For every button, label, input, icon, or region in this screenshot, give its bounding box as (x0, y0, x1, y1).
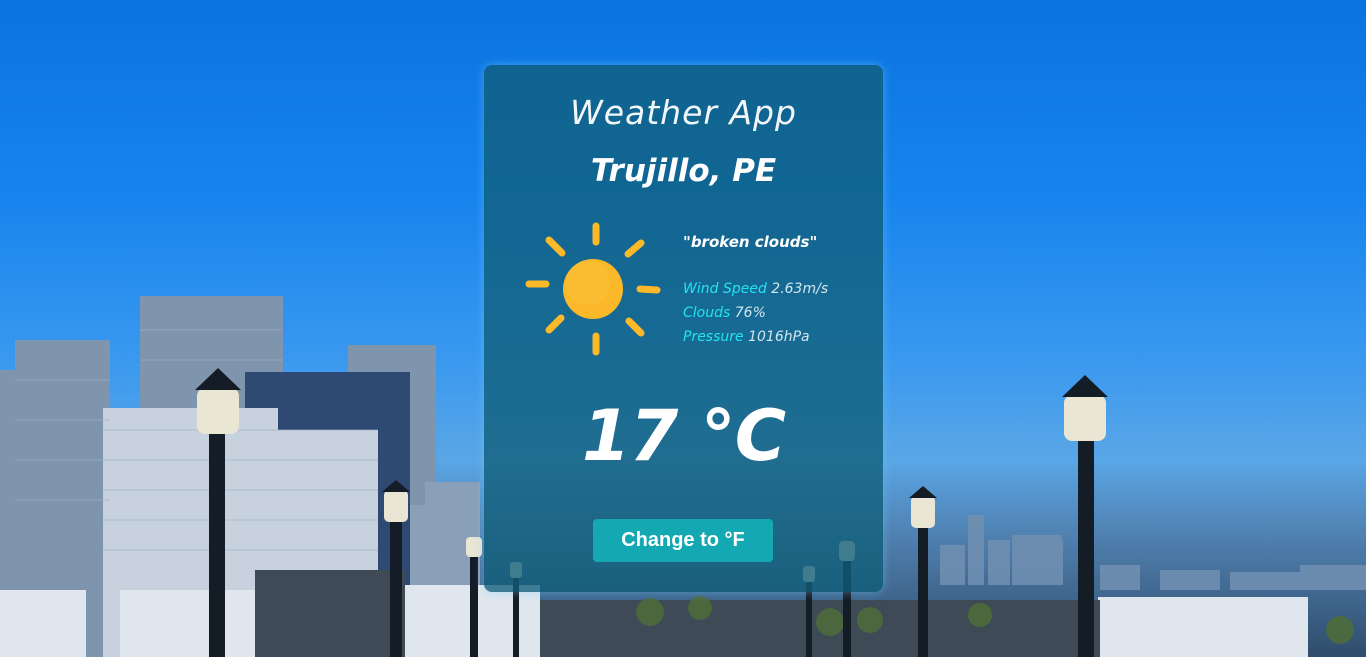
weather-description: "broken clouds" (683, 233, 818, 251)
detail-wind-speed: Wind Speed 2.63m/s (683, 279, 828, 303)
detail-label: Wind Speed (683, 281, 767, 297)
toggle-unit-button[interactable]: Change to °F (593, 519, 773, 562)
temperature-readout: 17 °C (581, 395, 786, 477)
sun-icon (524, 220, 664, 360)
detail-pressure: Pressure 1016hPa (683, 327, 828, 351)
detail-value: 1016hPa (748, 329, 810, 345)
location-city: Trujillo, PE (590, 153, 777, 189)
weather-details: Wind Speed 2.63m/s Clouds 76% Pressure 1… (683, 279, 828, 351)
detail-value: 2.63m/s (771, 281, 829, 297)
detail-label: Pressure (683, 329, 744, 345)
detail-value: 76% (734, 305, 766, 321)
detail-label: Clouds (683, 305, 731, 321)
app-title: Weather App (570, 93, 797, 132)
weather-card: Weather App Trujillo, PE "broken clouds"… (484, 65, 883, 592)
detail-clouds: Clouds 76% (683, 303, 828, 327)
